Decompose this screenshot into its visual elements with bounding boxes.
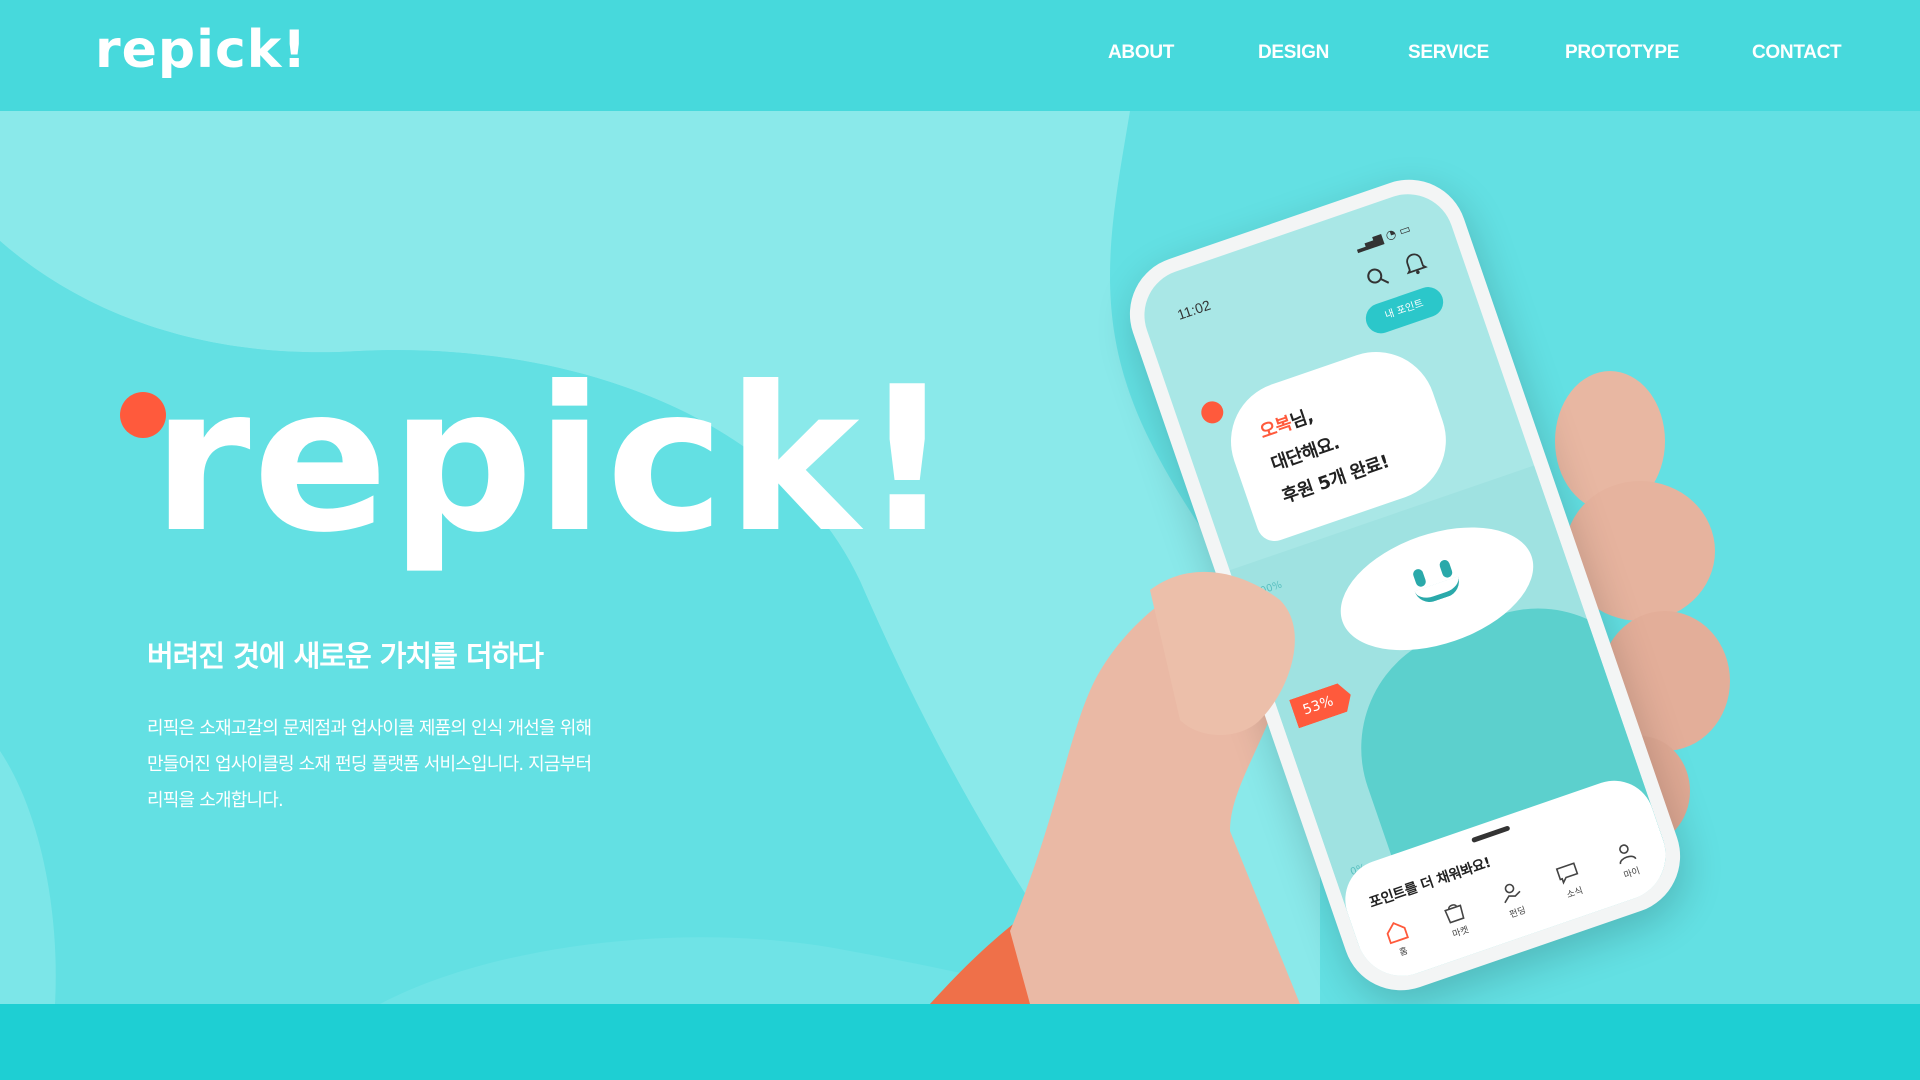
description-line-2: 만들어진 업사이클링 소재 펀딩 플랫폼 서비스입니다. 지금부터 [147, 754, 592, 775]
status-time: 11:02 [1175, 296, 1213, 323]
hero-description: 리픽은 소재고갈의 문제점과 업사이클 제품의 인식 개선을 위해 만들어진 업… [147, 711, 667, 819]
site-header: repick! ABOUT DESIGN SERVICE PROTOTYPE C… [0, 0, 1920, 111]
app-brand-dot [1198, 398, 1227, 427]
nav-prototype[interactable]: PROTOTYPE [1565, 42, 1679, 64]
nav-contact[interactable]: CONTACT [1752, 42, 1842, 64]
search-icon[interactable] [1363, 263, 1391, 291]
my-points-button[interactable]: 내 포인트 [1361, 282, 1448, 338]
tab-news[interactable]: 소식 [1539, 853, 1601, 907]
bell-icon[interactable] [1400, 248, 1429, 278]
main-nav: ABOUT DESIGN SERVICE PROTOTYPE CONTACT [0, 42, 1920, 72]
hero-tagline: 버려진 것에 새로운 가치를 더하다 [147, 639, 544, 673]
tab-label: 마켓 [1451, 925, 1471, 941]
sheet-handle[interactable] [1471, 825, 1511, 844]
home-icon [1386, 921, 1410, 945]
description-line-3: 리픽을 소개합니다. [147, 790, 284, 811]
tab-label: 소식 [1565, 886, 1585, 901]
signal-wifi-battery-icon: ▂▄▆ ◔ ▭ [1353, 221, 1413, 254]
description-line-1: 리픽은 소재고갈의 문제점과 업사이클 제품의 인식 개선을 위해 [147, 718, 592, 739]
footer-band [0, 1004, 1920, 1080]
hero-wordmark: repick! [152, 344, 955, 577]
tab-market[interactable]: 마켓 [1425, 892, 1487, 946]
nav-about[interactable]: ABOUT [1108, 42, 1174, 64]
nav-service[interactable]: SERVICE [1408, 42, 1489, 64]
tab-label: 펀딩 [1508, 905, 1528, 921]
tab-home[interactable]: 홈 [1368, 912, 1430, 966]
tab-my[interactable]: 마이 [1596, 833, 1658, 887]
tab-label: 홈 [1398, 946, 1410, 959]
tab-funding[interactable]: 펀딩 [1482, 872, 1544, 926]
bubble-text: 오복님, 대단해요. 후원 5개 완료! [1255, 381, 1394, 514]
tab-label: 마이 [1622, 866, 1642, 882]
nav-design[interactable]: DESIGN [1258, 42, 1329, 64]
